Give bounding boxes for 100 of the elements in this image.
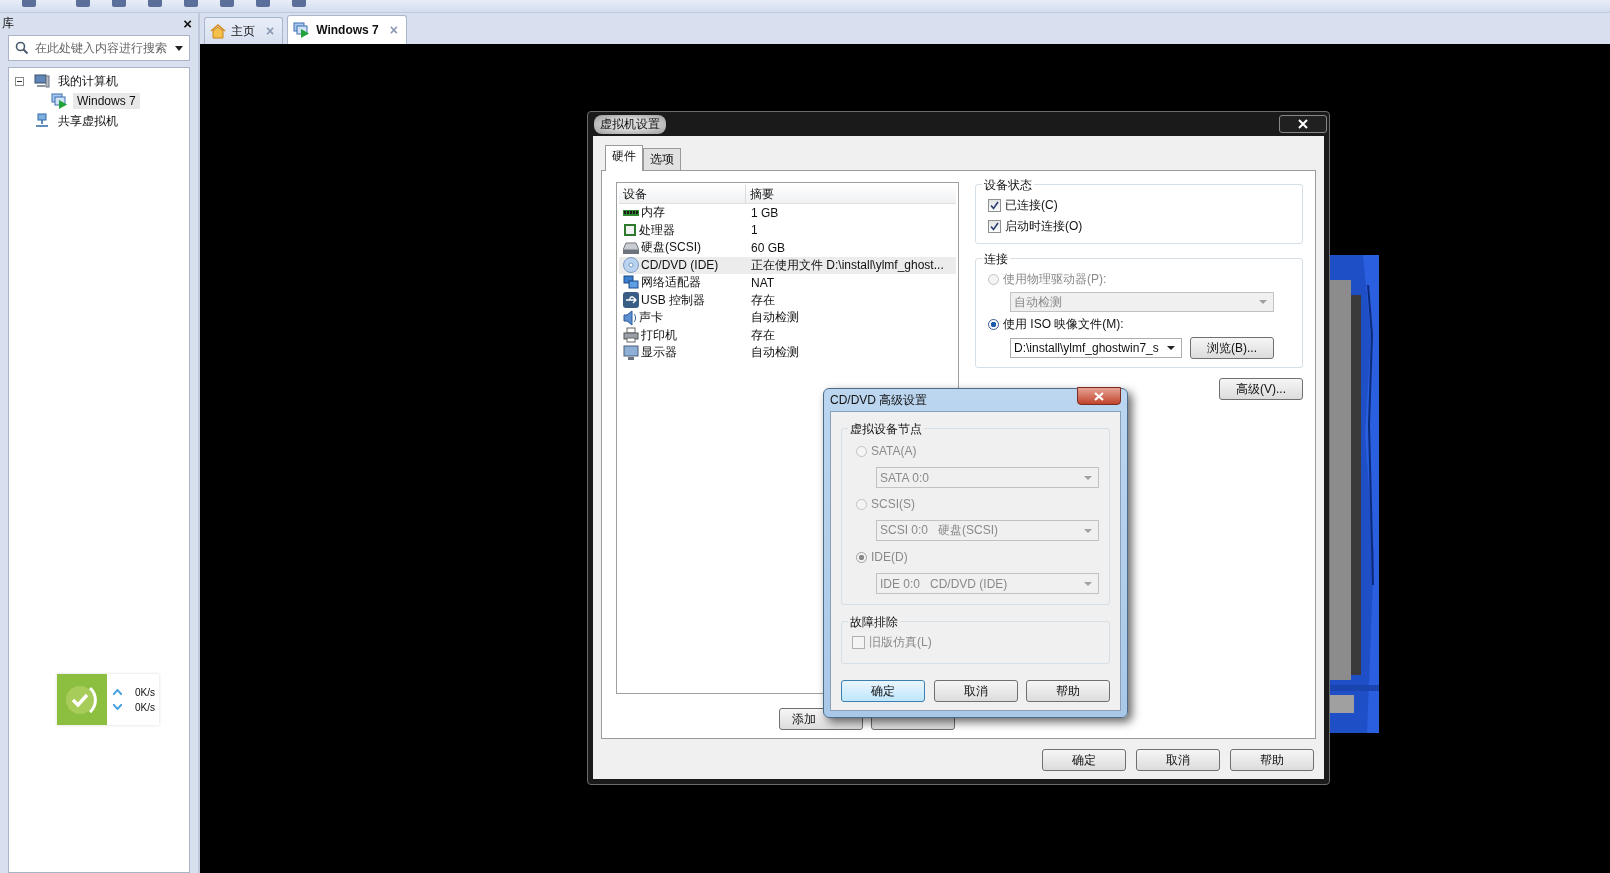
- radio-label: 使用 ISO 映像文件(M):: [1003, 316, 1124, 333]
- device-summary: 自动检测: [750, 344, 800, 362]
- printer-icon: [623, 327, 639, 344]
- device-name: USB 控制器: [641, 291, 705, 309]
- network-icon: [623, 274, 639, 291]
- device-summary: 1 GB: [750, 205, 780, 220]
- column-header[interactable]: 设备: [619, 185, 746, 203]
- group-title: 连接: [982, 251, 1010, 268]
- device-name: 打印机: [641, 326, 677, 344]
- house-icon: [210, 23, 226, 39]
- monitor-icon: [623, 344, 639, 361]
- column-header[interactable]: 摘要: [746, 185, 956, 203]
- window-title: 虚拟机设置: [594, 114, 666, 134]
- toolbar-icon[interactable]: [22, 0, 36, 7]
- toolbar-icon[interactable]: [220, 0, 234, 7]
- dialog-button[interactable]: 取消: [933, 680, 1018, 702]
- close-button[interactable]: [1279, 115, 1327, 133]
- caret-icon: [1084, 475, 1092, 480]
- close-icon: [1094, 391, 1104, 401]
- monitor-play-icon: [51, 93, 69, 109]
- dialog-button[interactable]: 帮助: [1230, 749, 1314, 771]
- group-title: 故障排除: [848, 614, 900, 631]
- device-name: 显示器: [641, 344, 677, 362]
- radio-label: SCSI(S): [871, 497, 915, 511]
- speaker-icon: [623, 309, 637, 326]
- device-name: 处理器: [639, 221, 675, 239]
- dialog-button[interactable]: 帮助: [1026, 680, 1110, 702]
- device-name: 硬盘(SCSI): [641, 239, 701, 257]
- toolbar-icon[interactable]: [76, 0, 90, 7]
- radio-label: 使用物理驱动器(P):: [1003, 271, 1107, 288]
- device-name: 内存: [641, 204, 665, 222]
- download-rate: 0K/s: [135, 701, 155, 713]
- device-row[interactable]: USB 控制器 存在: [619, 291, 956, 309]
- device-row[interactable]: 显示器 自动检测: [619, 344, 956, 362]
- tab[interactable]: 硬件: [605, 145, 643, 171]
- search-field[interactable]: 在此处键入内容进行搜索: [8, 35, 190, 61]
- toolbar-icon[interactable]: [112, 0, 126, 7]
- tree-item[interactable]: 共享虚拟机: [54, 111, 122, 131]
- device-name: 声卡: [639, 309, 663, 327]
- status-tile[interactable]: [57, 674, 107, 725]
- device-row[interactable]: 内存 1 GB: [619, 204, 956, 222]
- upload-rate: 0K/s: [135, 686, 155, 698]
- device-row[interactable]: 网络适配器 NAT: [619, 274, 956, 292]
- dialog-button[interactable]: 确定: [1042, 749, 1126, 771]
- monitor-play-icon: [293, 22, 312, 38]
- browse-button[interactable]: 浏览(B)...: [1190, 337, 1274, 359]
- tree-item[interactable]: Windows 7: [73, 93, 140, 109]
- group-title: 设备状态: [982, 177, 1034, 194]
- close-button[interactable]: ×: [183, 14, 192, 32]
- close-icon: [1298, 119, 1308, 129]
- tab[interactable]: 主页 ×: [204, 17, 284, 44]
- device-summary: 存在: [750, 326, 776, 344]
- toolbar-icon[interactable]: [256, 0, 270, 7]
- checkbox-label: 启动时连接(O): [1005, 218, 1083, 235]
- caret-icon[interactable]: [175, 45, 183, 51]
- dialog-button[interactable]: 确定: [841, 680, 925, 702]
- device-summary: 60 GB: [750, 240, 787, 255]
- library-title: 库: [2, 14, 14, 32]
- toolbar-icon[interactable]: [292, 0, 306, 7]
- tab[interactable]: 选项: [643, 148, 681, 170]
- caret-icon: [1084, 528, 1092, 533]
- caret-icon: [1259, 300, 1267, 304]
- usb-icon: [623, 292, 639, 309]
- toolbar-icon[interactable]: [148, 0, 162, 7]
- tab[interactable]: Windows 7 ×: [287, 15, 407, 44]
- device-row[interactable]: 处理器 1: [619, 221, 956, 239]
- checkbox-label: 已连接(C): [1005, 197, 1058, 214]
- tree-item[interactable]: 我的计算机: [54, 71, 122, 91]
- search-icon: [15, 41, 29, 55]
- checkbox-label: 旧版仿真(L): [869, 634, 932, 651]
- iso-path-field[interactable]: D:\install\ylmf_ghostwin7_s: [1010, 338, 1182, 358]
- collapse-icon[interactable]: [15, 76, 24, 86]
- disc-icon: [623, 257, 639, 274]
- group-title: 虚拟设备节点: [848, 421, 924, 438]
- window-title: CD/DVD 高级设置: [830, 391, 928, 409]
- radio-label: SATA(A): [871, 444, 917, 458]
- device-row[interactable]: 硬盘(SCSI) 60 GB: [619, 239, 956, 257]
- device-summary: 存在: [750, 291, 776, 309]
- device-row[interactable]: 打印机 存在: [619, 326, 956, 344]
- checkbox[interactable]: [988, 220, 1001, 233]
- device-summary: 自动检测: [750, 309, 800, 327]
- device-row[interactable]: CD/DVD (IDE) 正在使用文件 D:\install\ylmf_ghost...: [619, 256, 956, 274]
- device-row[interactable]: 声卡 自动检测: [619, 309, 956, 327]
- advanced-button[interactable]: 高级(V)...: [1219, 378, 1303, 400]
- close-button[interactable]: [1077, 387, 1121, 405]
- dialog-button[interactable]: 取消: [1136, 749, 1220, 771]
- caret-icon: [1084, 581, 1092, 586]
- network-icon: [34, 113, 50, 129]
- device-name: 网络适配器: [641, 274, 701, 292]
- device-summary: 1: [750, 223, 759, 238]
- toolbar-icon[interactable]: [184, 0, 198, 7]
- radio-label: IDE(D): [871, 550, 908, 564]
- device-name: CD/DVD (IDE): [641, 258, 719, 273]
- device-summary: 正在使用文件 D:\install\ylmf_ghost...: [750, 256, 945, 274]
- radio-button[interactable]: [988, 319, 999, 330]
- caret-icon: [1167, 346, 1175, 350]
- device-summary: NAT: [750, 275, 776, 290]
- chip-icon: [623, 223, 637, 238]
- checkbox[interactable]: [988, 199, 1001, 212]
- computer-icon: [34, 73, 50, 89]
